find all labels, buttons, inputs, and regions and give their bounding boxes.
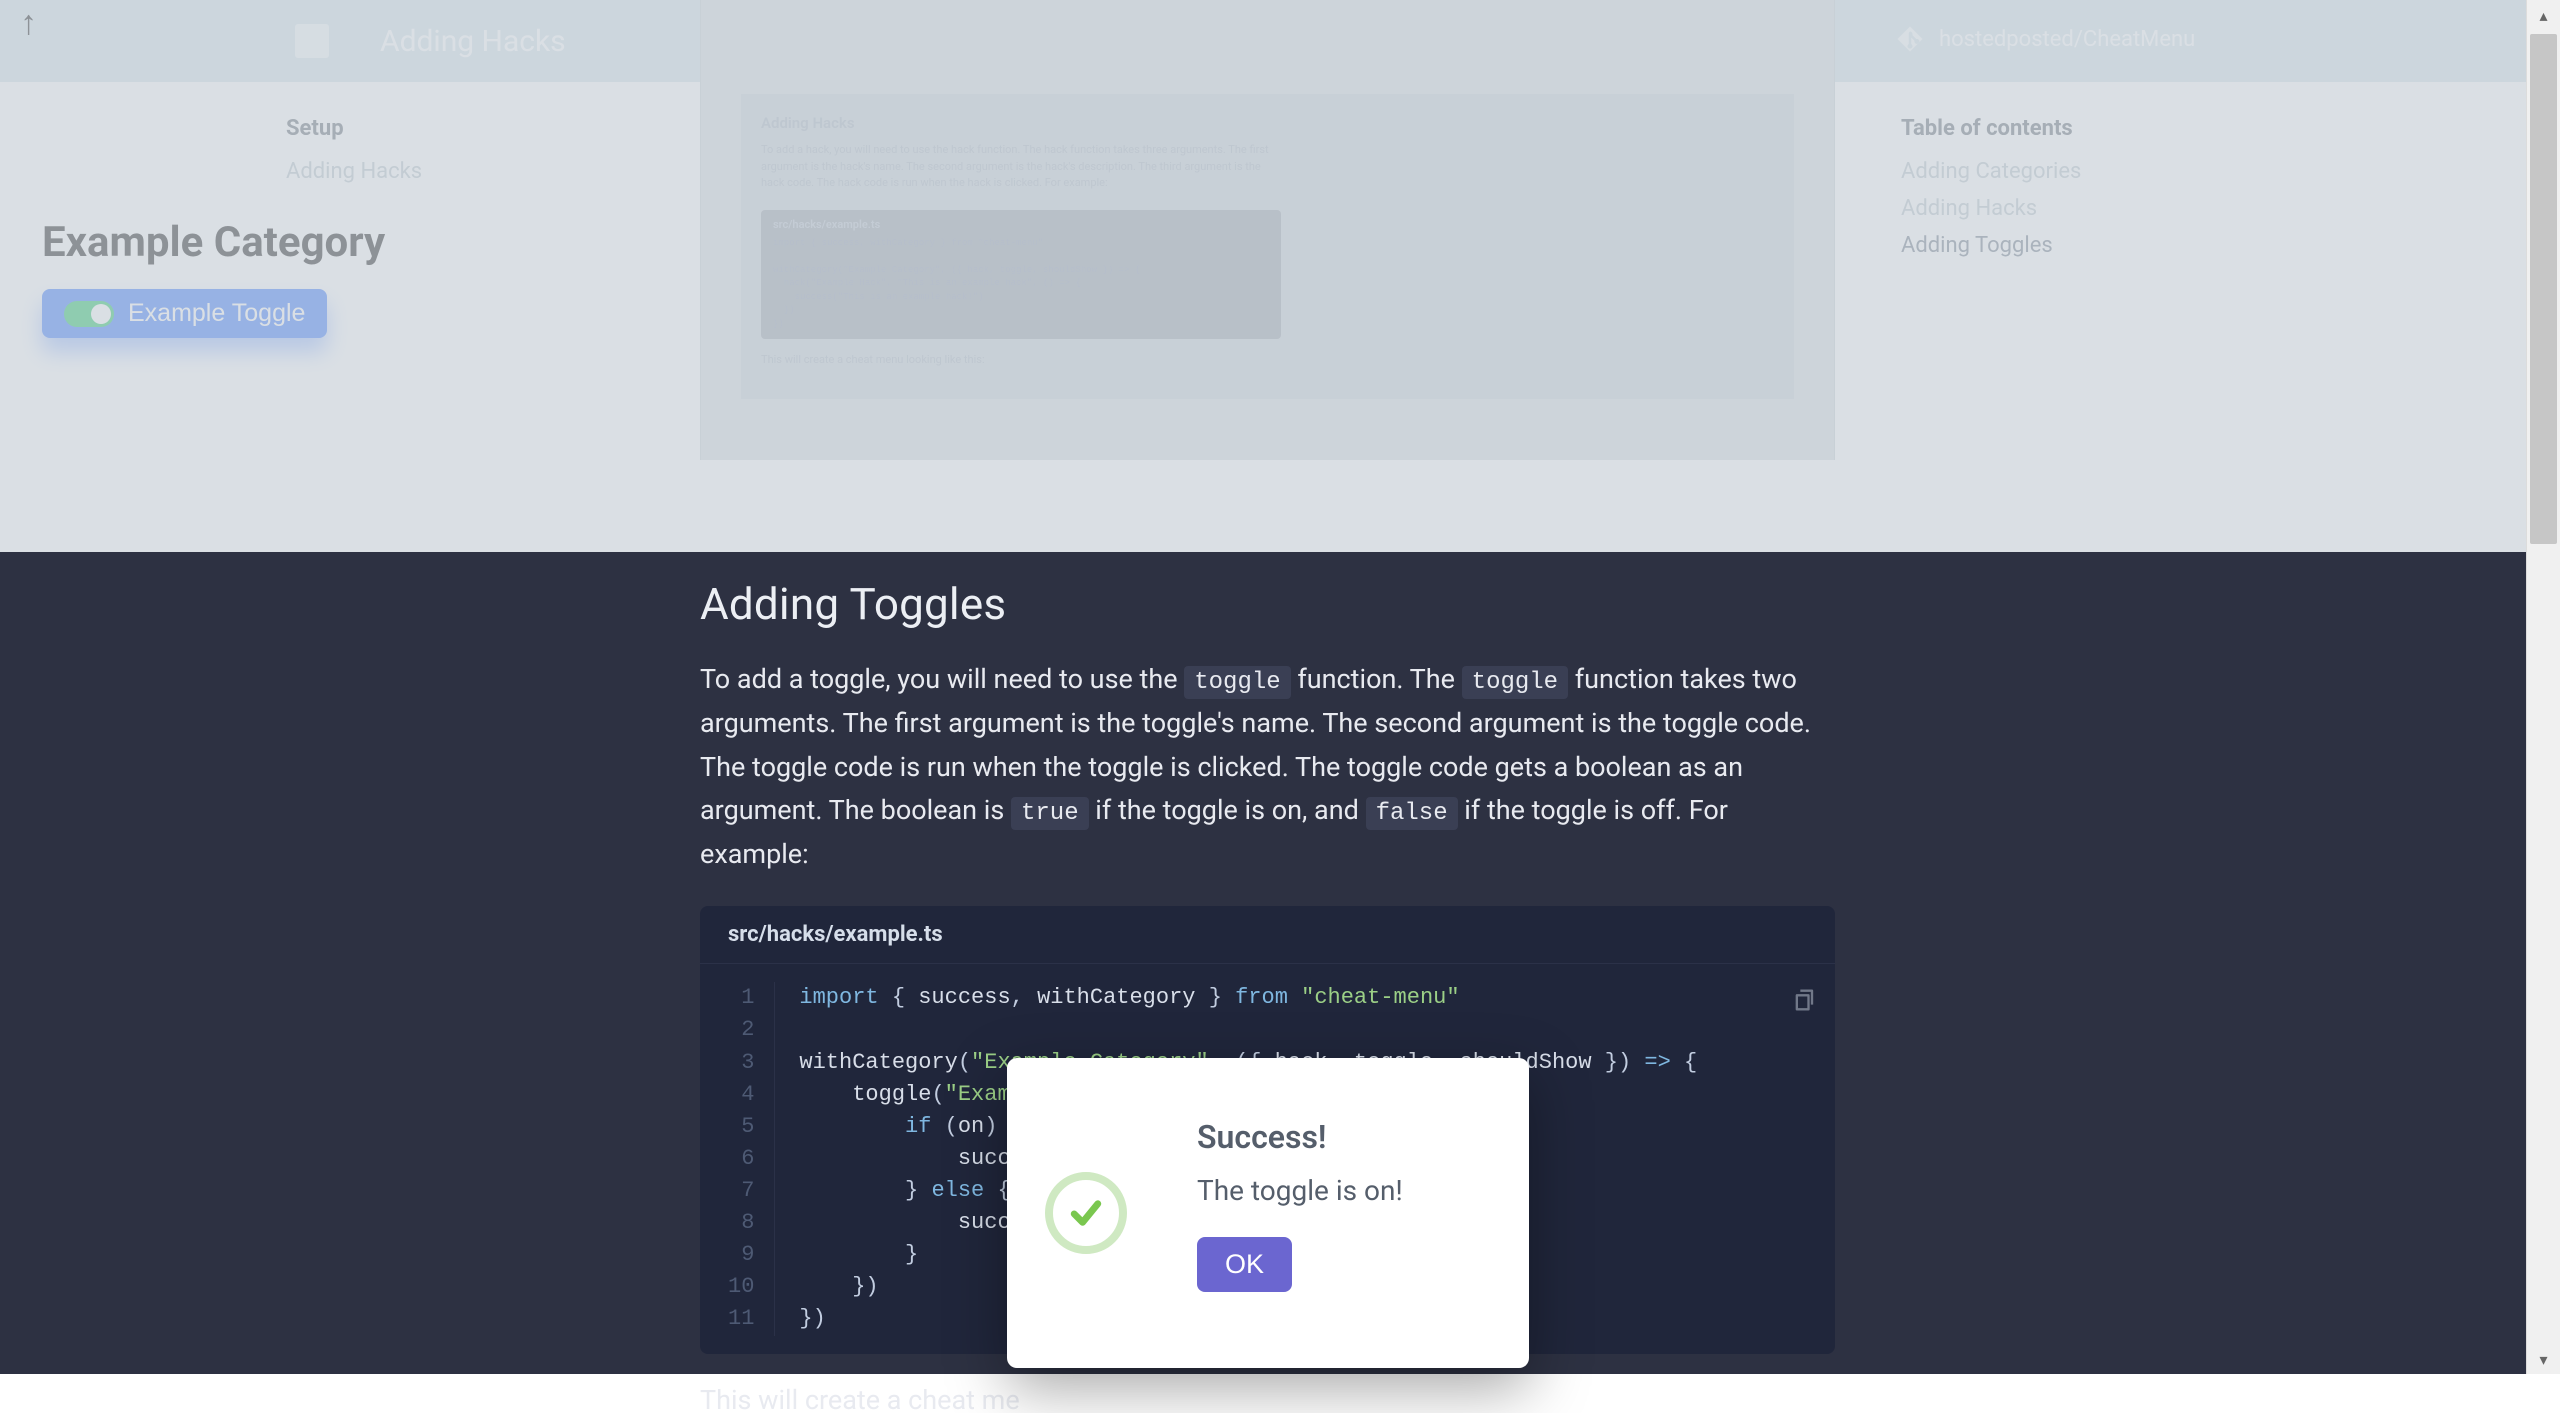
page-title: Adding Hacks [380,24,566,59]
repo-link[interactable]: hostedposted/CheatMenu [1895,24,2195,54]
logo-icon[interactable] [295,24,329,58]
inline-code-true: true [1011,797,1089,830]
nav-item-adding-hacks[interactable]: Adding Hacks [286,159,546,184]
success-icon [1045,1172,1127,1254]
repo-name: hostedposted/CheatMenu [1939,27,2195,52]
modal-title: Success! [1197,1118,1493,1156]
back-to-top-arrow[interactable]: ↑ [20,6,37,40]
scroll-track[interactable] [2527,30,2560,1344]
previous-section-preview: Example Cheat Menu Adding Hacks To add a… [700,0,1835,460]
copy-icon [1791,986,1819,1014]
preview-filename: src/hacks/example.ts [773,218,1269,231]
toc-adding-hacks[interactable]: Adding Hacks [1901,196,2201,221]
modal-ok-button[interactable]: OK [1197,1237,1292,1292]
nav-heading: Setup [286,116,546,141]
example-toggle-label: Example Toggle [128,299,305,328]
toggle-switch-icon [64,301,114,327]
toc-adding-toggles[interactable]: Adding Toggles [1901,233,2201,258]
scroll-up-arrow[interactable]: ▴ [2527,0,2560,30]
code-filename: src/hacks/example.ts [700,906,1835,964]
git-icon [1895,24,1925,54]
preview-footer: This will create a cheat menu looking li… [761,353,1774,366]
section-paragraph: To add a toggle, you will need to use th… [700,658,1835,876]
copy-button[interactable] [1791,986,1819,1014]
toc-adding-categories[interactable]: Adding Categories [1901,159,2201,184]
line-numbers: 1 2 3 4 5 6 7 8 9 10 11 [700,982,775,1335]
success-modal: Success! The toggle is on! OK [1007,1058,1529,1368]
modal-message: The toggle is on! [1197,1174,1493,1207]
inline-code-false: false [1366,797,1458,830]
example-category-title: Example Category [42,218,422,267]
scroll-thumb[interactable] [2530,34,2557,544]
section-title: Adding Toggles [700,578,1835,630]
toc: Table of contents Adding Categories Addi… [1901,116,2201,270]
example-panel: Example Category Example Toggle [42,218,422,338]
preview-subsection: Adding Hacks [761,114,1774,132]
left-nav: Setup Adding Hacks [286,116,546,194]
inline-code-toggle-2: toggle [1462,666,1568,699]
inline-code-toggle: toggle [1184,666,1290,699]
after-note: This will create a cheat me [700,1384,1835,1413]
toc-heading: Table of contents [1901,116,2201,141]
scroll-down-arrow[interactable]: ▾ [2527,1344,2560,1374]
preview-panel: Adding Hacks To add a hack, you will nee… [741,94,1794,399]
example-toggle-button[interactable]: Example Toggle [42,289,327,338]
preview-paragraph: To add a hack, you will need to use the … [761,142,1281,192]
scrollbar[interactable]: ▴ ▾ [2526,0,2560,1374]
